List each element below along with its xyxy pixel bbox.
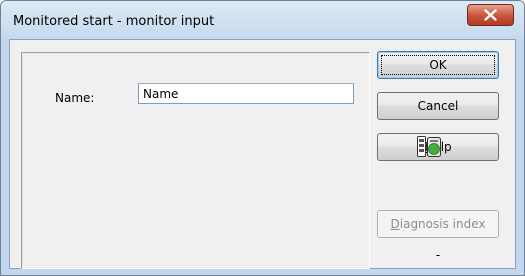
ok-button-label: OK	[429, 58, 447, 72]
name-field[interactable]	[138, 83, 354, 104]
dialog-client-area: Name: OK Cancel Help Diagnosis index -	[9, 39, 516, 269]
diagnosis-button-label: iagnosis index	[399, 217, 486, 231]
cancel-button[interactable]: Cancel	[377, 92, 499, 120]
diagnosis-mnemonic: D	[390, 217, 400, 231]
close-icon	[484, 9, 497, 21]
properties-panel: Name:	[21, 52, 370, 269]
window-title: Monitored start - monitor input	[13, 14, 215, 29]
dialog-window: Monitored start - monitor input Name: OK…	[0, 0, 525, 276]
name-label: Name:	[55, 91, 95, 105]
cancel-button-label: Cancel	[417, 99, 459, 113]
close-button[interactable]	[467, 4, 514, 26]
diagnosis-status-icon	[417, 136, 441, 157]
title-bar[interactable]: Monitored start - monitor input	[1, 1, 524, 39]
diagnosis-index-value: -	[435, 248, 441, 262]
ok-button[interactable]: OK	[377, 51, 499, 79]
diagnosis-index-button[interactable]: Diagnosis index	[377, 210, 499, 238]
